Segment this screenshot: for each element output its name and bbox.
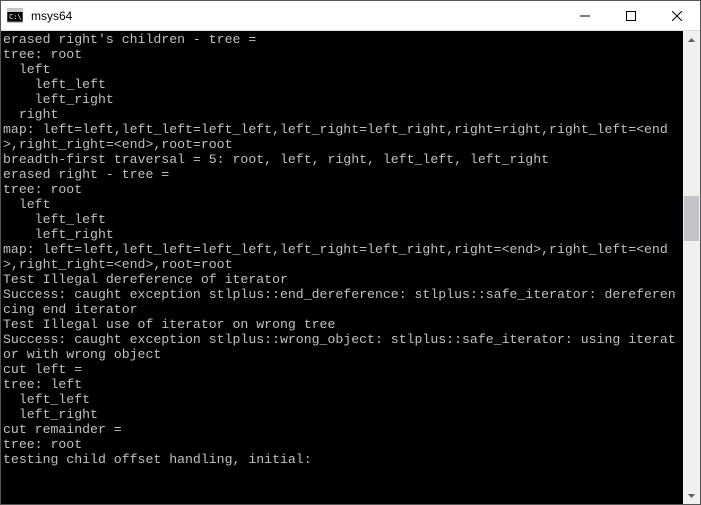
scroll-up-button[interactable] <box>683 31 700 48</box>
application-window: C:\ msys64 erased right's children - tre… <box>0 0 701 505</box>
close-button[interactable] <box>654 1 700 31</box>
app-icon: C:\ <box>7 8 23 24</box>
window-title: msys64 <box>29 9 562 23</box>
vertical-scrollbar[interactable] <box>683 31 700 504</box>
svg-text:C:\: C:\ <box>9 13 22 21</box>
scroll-thumb[interactable] <box>684 196 699 241</box>
scroll-down-button[interactable] <box>683 487 700 504</box>
terminal-output[interactable]: erased right's children - tree = tree: r… <box>1 31 683 504</box>
titlebar[interactable]: C:\ msys64 <box>1 1 700 31</box>
client-area: erased right's children - tree = tree: r… <box>1 31 700 504</box>
minimize-button[interactable] <box>562 1 608 31</box>
maximize-button[interactable] <box>608 1 654 31</box>
